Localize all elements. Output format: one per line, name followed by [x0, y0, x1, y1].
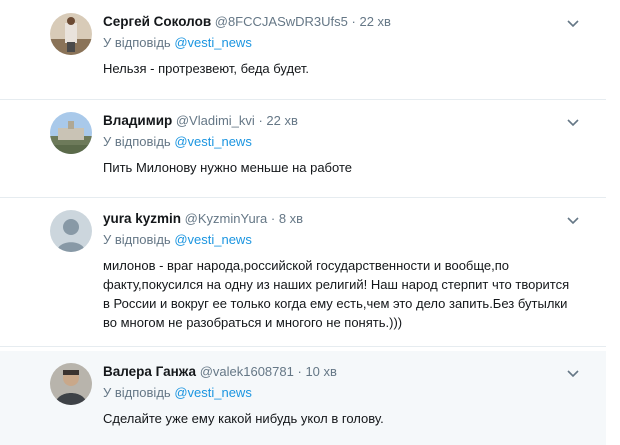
- tweet-text: Пить Милонову нужно меньше на работе: [103, 160, 352, 175]
- separator-dot: ·: [297, 364, 302, 379]
- chevron-down-icon[interactable]: [566, 216, 580, 226]
- reply-mention-link[interactable]: @vesti_news: [174, 385, 252, 400]
- separator-dot: ·: [258, 113, 263, 128]
- author-name[interactable]: Валера Ганжа: [103, 364, 196, 379]
- tweet-text: Сделайте уже ему какой нибудь укол в гол…: [103, 411, 384, 426]
- reply-mention-link[interactable]: @vesti_news: [174, 134, 252, 149]
- tweet-text: милонов - враг народа,российской государ…: [103, 256, 586, 332]
- reply-context: У відповідь @vesti_news: [103, 231, 586, 249]
- tweet-item[interactable]: yura kyzmin @KyzminYura · 8 хв У відпові…: [0, 198, 606, 347]
- author-name[interactable]: Владимир: [103, 113, 172, 128]
- tweet-item[interactable]: Владимир @Vladimi_kvi · 22 хв У відповід…: [0, 100, 606, 198]
- timestamp[interactable]: 10 хв: [305, 364, 336, 379]
- tweet-header: Владимир @Vladimi_kvi · 22 хв: [103, 112, 586, 130]
- author-handle[interactable]: @valek1608781: [200, 364, 294, 379]
- author-handle[interactable]: @Vladimi_kvi: [176, 113, 255, 128]
- author-handle[interactable]: @KyzminYura: [185, 211, 268, 226]
- avatar[interactable]: [50, 210, 92, 252]
- tweet-text-line: в России и вокруг ее только когда ему ес…: [103, 296, 568, 311]
- reply-prefix: У відповідь: [103, 232, 171, 247]
- timestamp[interactable]: 22 хв: [266, 113, 297, 128]
- reply-context: У відповідь @vesti_news: [103, 133, 586, 151]
- separator-dot: ·: [351, 14, 356, 29]
- tweet-text-line: во многом не разобраться и многого не по…: [103, 315, 403, 330]
- reply-prefix: У відповідь: [103, 35, 171, 50]
- tweet-text: Нельзя - протрезвеют, беда будет.: [103, 61, 310, 76]
- tweet-header: Валера Ганжа @valek1608781 · 10 хв: [103, 363, 586, 381]
- author-name[interactable]: yura kyzmin: [103, 211, 181, 226]
- reply-context: У відповідь @vesti_news: [103, 34, 586, 52]
- avatar[interactable]: [50, 13, 92, 55]
- chevron-down-icon[interactable]: [566, 369, 580, 379]
- separator-dot: ·: [270, 211, 276, 226]
- tweet-item[interactable]: Сергей Соколов @8FCCJASwDR3Ufs5 · 22 хв …: [0, 0, 606, 100]
- avatar[interactable]: [50, 363, 92, 405]
- author-handle[interactable]: @8FCCJASwDR3Ufs5: [215, 14, 348, 29]
- user-silhouette-icon: [50, 210, 92, 252]
- author-name[interactable]: Сергей Соколов: [103, 14, 211, 29]
- timestamp[interactable]: 22 хв: [359, 14, 390, 29]
- avatar[interactable]: [50, 112, 92, 154]
- tweet-header: yura kyzmin @KyzminYura · 8 хв: [103, 210, 586, 228]
- tweet-item[interactable]: Валера Ганжа @valek1608781 · 10 хв У від…: [0, 351, 606, 445]
- tweet-text-line: милонов - враг народа,российской государ…: [103, 258, 510, 273]
- reply-mention-link[interactable]: @vesti_news: [174, 232, 252, 247]
- tweet-header: Сергей Соколов @8FCCJASwDR3Ufs5 · 22 хв: [103, 13, 586, 31]
- reply-prefix: У відповідь: [103, 134, 171, 149]
- chevron-down-icon[interactable]: [566, 118, 580, 128]
- timestamp[interactable]: 8 хв: [279, 211, 303, 226]
- reply-prefix: У відповідь: [103, 385, 171, 400]
- tweet-text-line: факту,покусился на одну из наших религий…: [103, 277, 570, 292]
- reply-mention-link[interactable]: @vesti_news: [174, 35, 252, 50]
- chevron-down-icon[interactable]: [566, 19, 580, 29]
- reply-context: У відповідь @vesti_news: [103, 384, 586, 402]
